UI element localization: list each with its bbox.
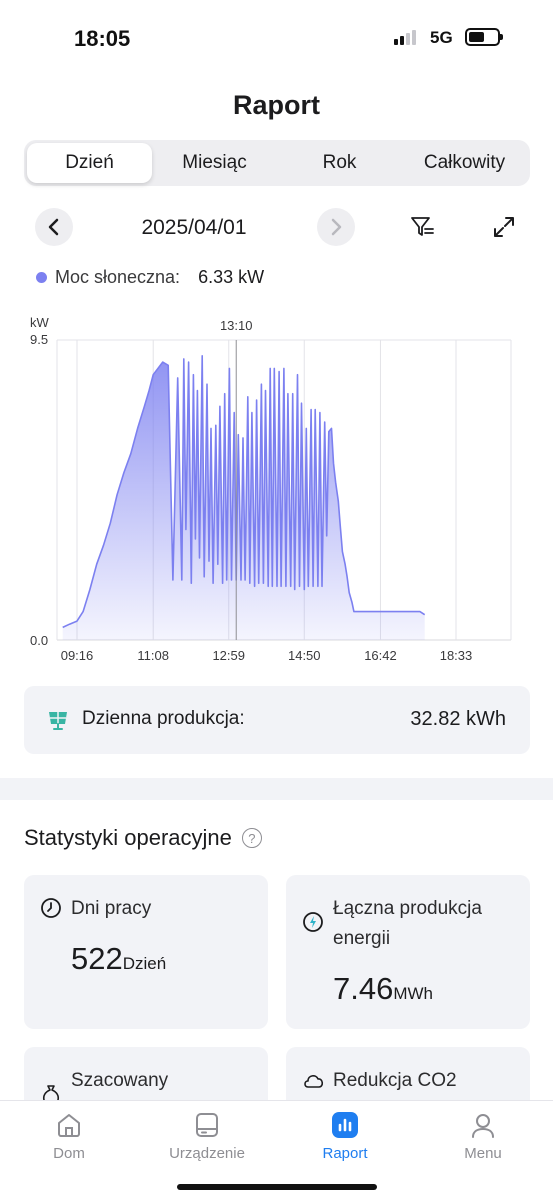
- tab-total[interactable]: Całkowity: [402, 143, 527, 183]
- working-days-number: 522: [71, 941, 123, 976]
- y-tick-max: 9.5: [30, 332, 48, 347]
- help-icon[interactable]: ?: [241, 828, 262, 848]
- tab-home-label: Dom: [53, 1145, 85, 1162]
- y-tick-min: 0.0: [30, 633, 48, 648]
- daily-production-card: Dzienna produkcja: 32.82 kWh: [24, 686, 530, 754]
- total-energy-number: 7.46: [333, 971, 394, 1006]
- device-icon: [196, 1113, 218, 1137]
- x-tick-label: 09:16: [61, 648, 94, 663]
- next-day-button[interactable]: [317, 208, 355, 246]
- tab-year[interactable]: Rok: [277, 143, 402, 183]
- total-energy-card: Łączna produkcja energii 7.46MWh: [286, 875, 530, 1029]
- expand-icon: [494, 217, 514, 237]
- solar-panel-icon: [49, 712, 67, 730]
- filter-button[interactable]: [409, 214, 435, 240]
- chart-cursor-label: 13:10: [220, 318, 253, 333]
- daily-production-label: Dzienna produkcja:: [82, 708, 245, 729]
- x-tick-label: 12:59: [212, 648, 245, 663]
- x-tick-label: 14:50: [288, 648, 321, 663]
- tab-menu-label: Menu: [464, 1145, 502, 1162]
- tab-month[interactable]: Miesiąc: [152, 143, 277, 183]
- section-separator: [0, 778, 553, 800]
- tab-day[interactable]: Dzień: [27, 143, 152, 183]
- chevron-right-icon: [331, 218, 342, 236]
- date-navigation: 2025/04/01: [0, 208, 553, 248]
- power-chart[interactable]: kW 9.5 0.0 13:10 09:16 11:08 12:59 14:50 16:…: [0, 300, 553, 675]
- working-days-card: Dni pracy 522Dzień: [24, 875, 268, 1029]
- working-days-value: 522Dzień: [71, 941, 166, 977]
- x-tick-label: 18:33: [440, 648, 473, 663]
- home-indicator: [177, 1184, 377, 1190]
- working-days-unit: Dzień: [122, 954, 167, 973]
- user-icon: [472, 1114, 494, 1138]
- total-energy-value: 7.46MWh: [333, 971, 433, 1007]
- total-energy-label-line2: energii: [333, 928, 391, 949]
- ops-title-text: Statystyki operacyjne: [24, 825, 232, 850]
- filter-icon: [411, 217, 434, 236]
- legend-label: Moc słoneczna:: [55, 267, 181, 287]
- legend-value: 6.33 kW: [198, 267, 265, 287]
- x-tick-label: 11:08: [137, 648, 169, 663]
- house-icon: [58, 1114, 80, 1137]
- daily-production-value: 32.82 kWh: [410, 708, 506, 730]
- co2-reduction-label: Redukcja CO2: [333, 1070, 457, 1091]
- network-type: 5G: [430, 28, 453, 47]
- working-days-label: Dni pracy: [71, 898, 152, 919]
- ops-section-title: Statystyki operacyjne ?: [24, 825, 262, 851]
- estimated-label: Szacowany: [71, 1070, 169, 1091]
- total-energy-label: Łączna produkcja: [333, 898, 482, 919]
- lightning-icon: [303, 912, 323, 932]
- tab-home[interactable]: Dom: [14, 1109, 124, 1162]
- legend-dot: [36, 272, 47, 283]
- status-time: 18:05: [74, 26, 131, 51]
- tab-menu[interactable]: Menu: [428, 1109, 538, 1162]
- battery-icon: [465, 28, 503, 46]
- total-energy-unit: MWh: [393, 984, 434, 1003]
- y-axis-unit: kW: [30, 315, 50, 330]
- tab-device[interactable]: Urządzenie: [152, 1109, 262, 1162]
- report-icon: [332, 1112, 358, 1138]
- fullscreen-button[interactable]: [491, 214, 517, 240]
- tab-report[interactable]: Raport: [290, 1109, 400, 1162]
- co2-cloud-icon: [304, 1075, 324, 1088]
- page-title: Raport: [233, 90, 320, 120]
- tab-device-label: Urządzenie: [169, 1145, 245, 1162]
- cellular-signal-icon: [394, 30, 416, 45]
- chart-legend: Moc słoneczna: 6.33 kW: [36, 267, 264, 288]
- period-tabs: Dzień Miesiąc Rok Całkowity: [24, 140, 530, 186]
- status-bar: 18:05 5G: [0, 0, 553, 75]
- x-tick-label: 16:42: [364, 648, 397, 663]
- clock-icon: [41, 898, 61, 918]
- tab-report-label: Raport: [322, 1145, 368, 1162]
